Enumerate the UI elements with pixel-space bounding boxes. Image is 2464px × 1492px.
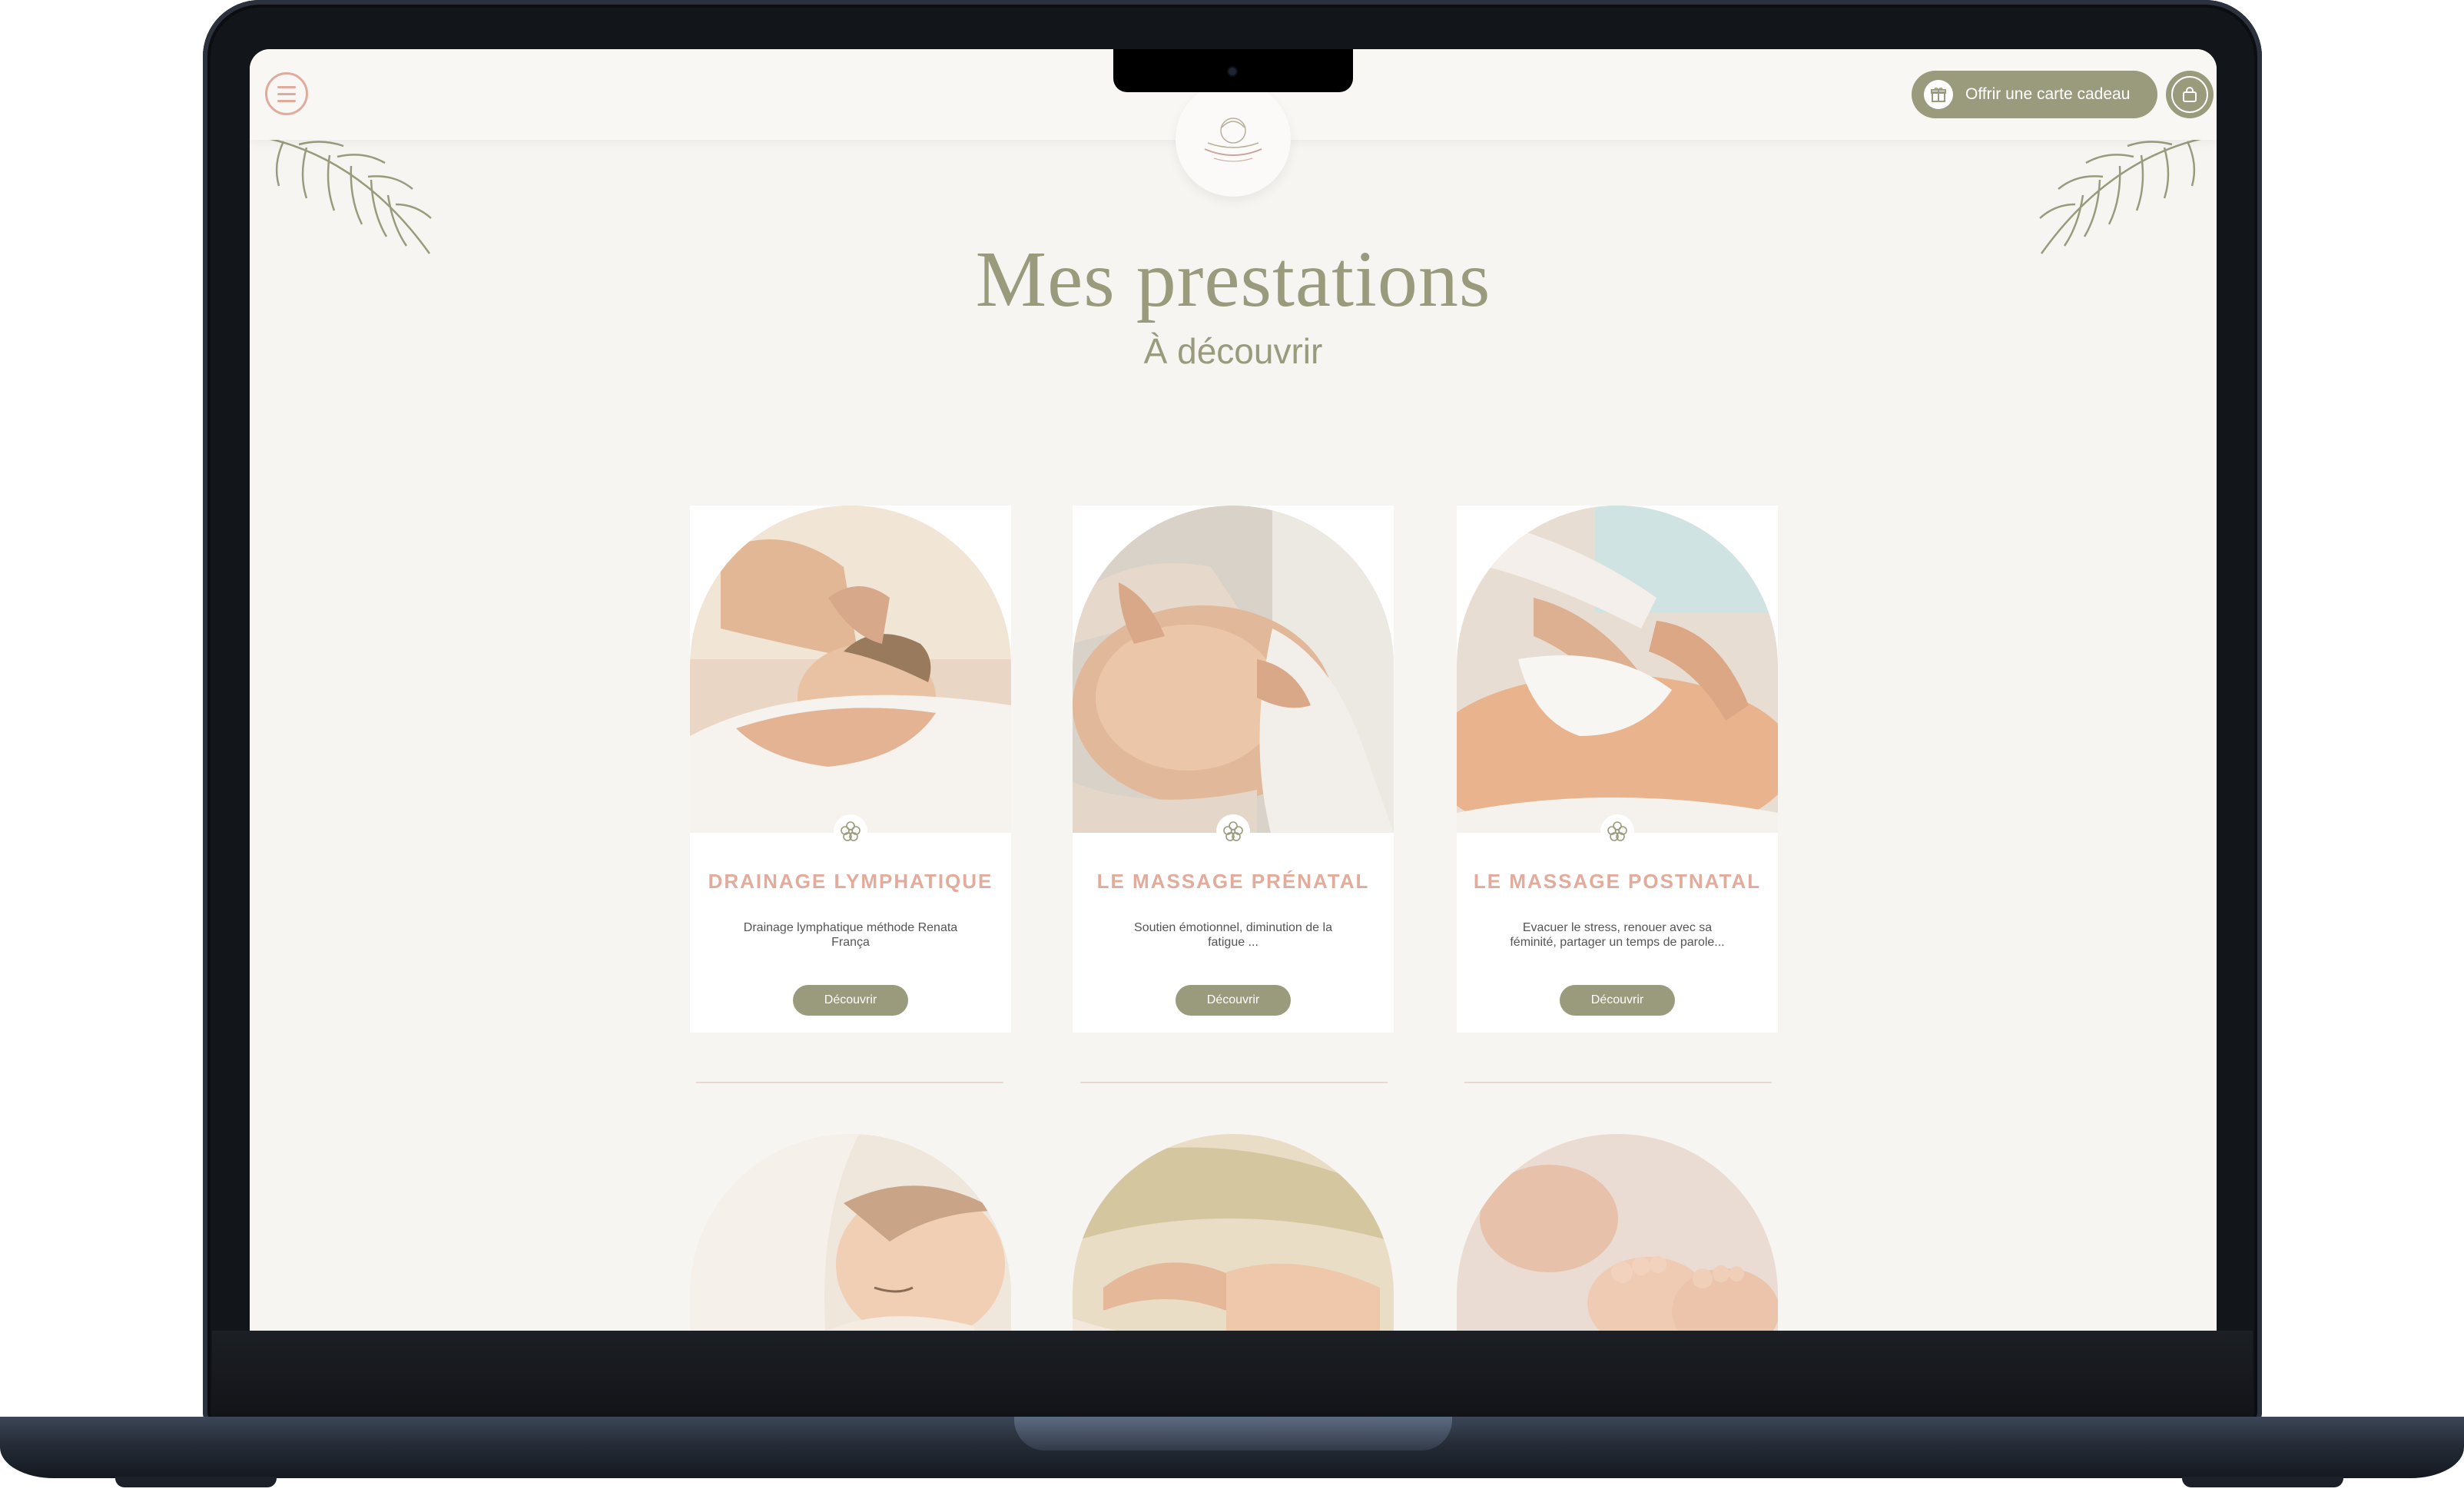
service-image-postnatal bbox=[1457, 506, 1778, 833]
site-logo[interactable] bbox=[1176, 81, 1291, 197]
laptop-opening-notch bbox=[1014, 1417, 1452, 1451]
discover-button[interactable]: Découvrir bbox=[793, 985, 908, 1016]
camera-notch bbox=[1113, 49, 1353, 92]
shopping-bag-icon bbox=[2183, 87, 2197, 102]
gift-card-label: Offrir une carte cadeau bbox=[1965, 85, 2131, 103]
service-image-baby-massage[interactable] bbox=[1073, 1134, 1394, 1331]
camera-icon bbox=[1229, 68, 1236, 75]
gift-card-button[interactable]: Offrir une carte cadeau bbox=[1912, 71, 2157, 118]
service-image-prenatal bbox=[1073, 506, 1394, 833]
palm-leaf-right-icon bbox=[2039, 135, 2211, 254]
divider bbox=[1080, 1082, 1388, 1083]
service-title: LE MASSAGE POSTNATAL bbox=[1473, 870, 1762, 893]
laptop-foot-right bbox=[2182, 1477, 2343, 1487]
cart-button[interactable] bbox=[2166, 71, 2214, 118]
service-image-baby[interactable] bbox=[690, 1134, 1011, 1331]
discover-button[interactable]: Découvrir bbox=[1560, 985, 1675, 1016]
service-card-prenatal: LE MASSAGE PRÉNATAL Soutien émotionnel, … bbox=[1073, 506, 1394, 1033]
laptop-foot-left bbox=[115, 1477, 277, 1487]
service-title: LE MASSAGE PRÉNATAL bbox=[1096, 870, 1370, 893]
service-card-postnatal: LE MASSAGE POSTNATAL Evacuer le stress, … bbox=[1457, 506, 1778, 1033]
palm-leaf-left-icon bbox=[260, 135, 432, 254]
service-image-baby-feet[interactable] bbox=[1457, 1134, 1778, 1331]
page-subtitle: À découvrir bbox=[1143, 331, 1323, 371]
discover-button[interactable]: Découvrir bbox=[1176, 985, 1291, 1016]
gift-icon bbox=[1924, 80, 1953, 109]
hamburger-menu-icon[interactable] bbox=[265, 72, 308, 115]
service-title: DRAINAGE LYMPHATIQUE bbox=[708, 870, 993, 893]
service-image-drainage bbox=[690, 506, 1011, 833]
service-description: Drainage lymphatique méthode Renata Fran… bbox=[743, 921, 958, 949]
service-description: Soutien émotionnel, diminution de la fat… bbox=[1134, 921, 1332, 949]
laptop-chin bbox=[212, 1331, 2253, 1423]
service-card-drainage: DRAINAGE LYMPHATIQUE Drainage lymphatiqu… bbox=[690, 506, 1011, 1033]
screen: Offrir une carte cadeau Mes prestations … bbox=[250, 49, 2217, 1331]
divider bbox=[696, 1082, 1003, 1083]
service-description: Evacuer le stress, renouer avec sa fémin… bbox=[1510, 921, 1725, 949]
page-title: Mes prestations bbox=[975, 235, 1491, 323]
flower-icon bbox=[1216, 814, 1250, 848]
flower-icon bbox=[834, 814, 867, 848]
flower-icon bbox=[1600, 814, 1634, 848]
divider bbox=[1464, 1082, 1772, 1083]
